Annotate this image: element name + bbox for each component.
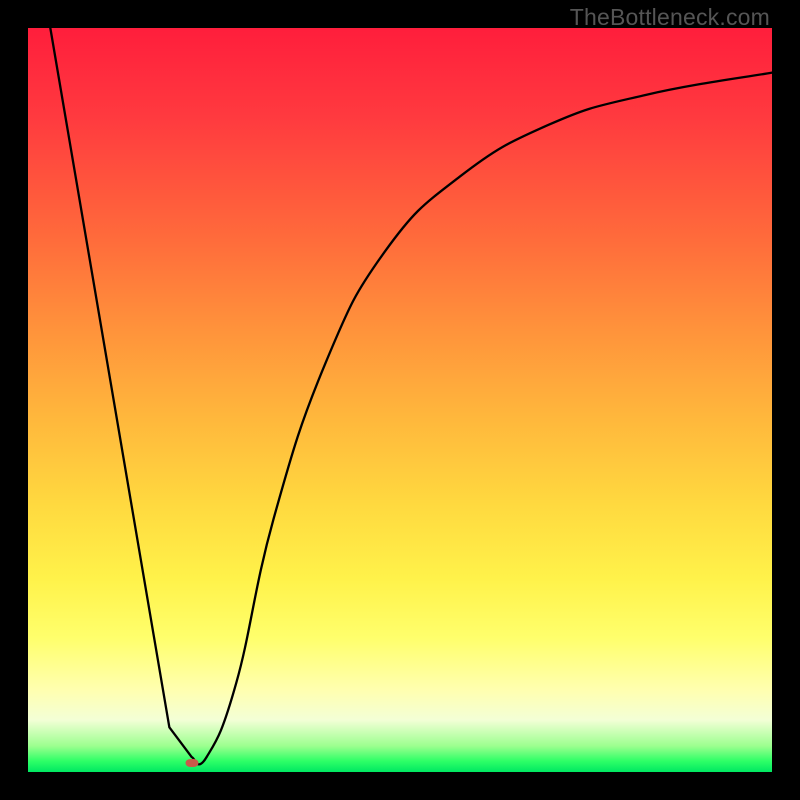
minimum-marker: [185, 759, 198, 767]
chart-frame: TheBottleneck.com: [0, 0, 800, 800]
bottleneck-curve: [50, 28, 772, 764]
curve-svg: [28, 28, 772, 772]
watermark-text: TheBottleneck.com: [570, 4, 770, 31]
plot-area: [28, 28, 772, 772]
